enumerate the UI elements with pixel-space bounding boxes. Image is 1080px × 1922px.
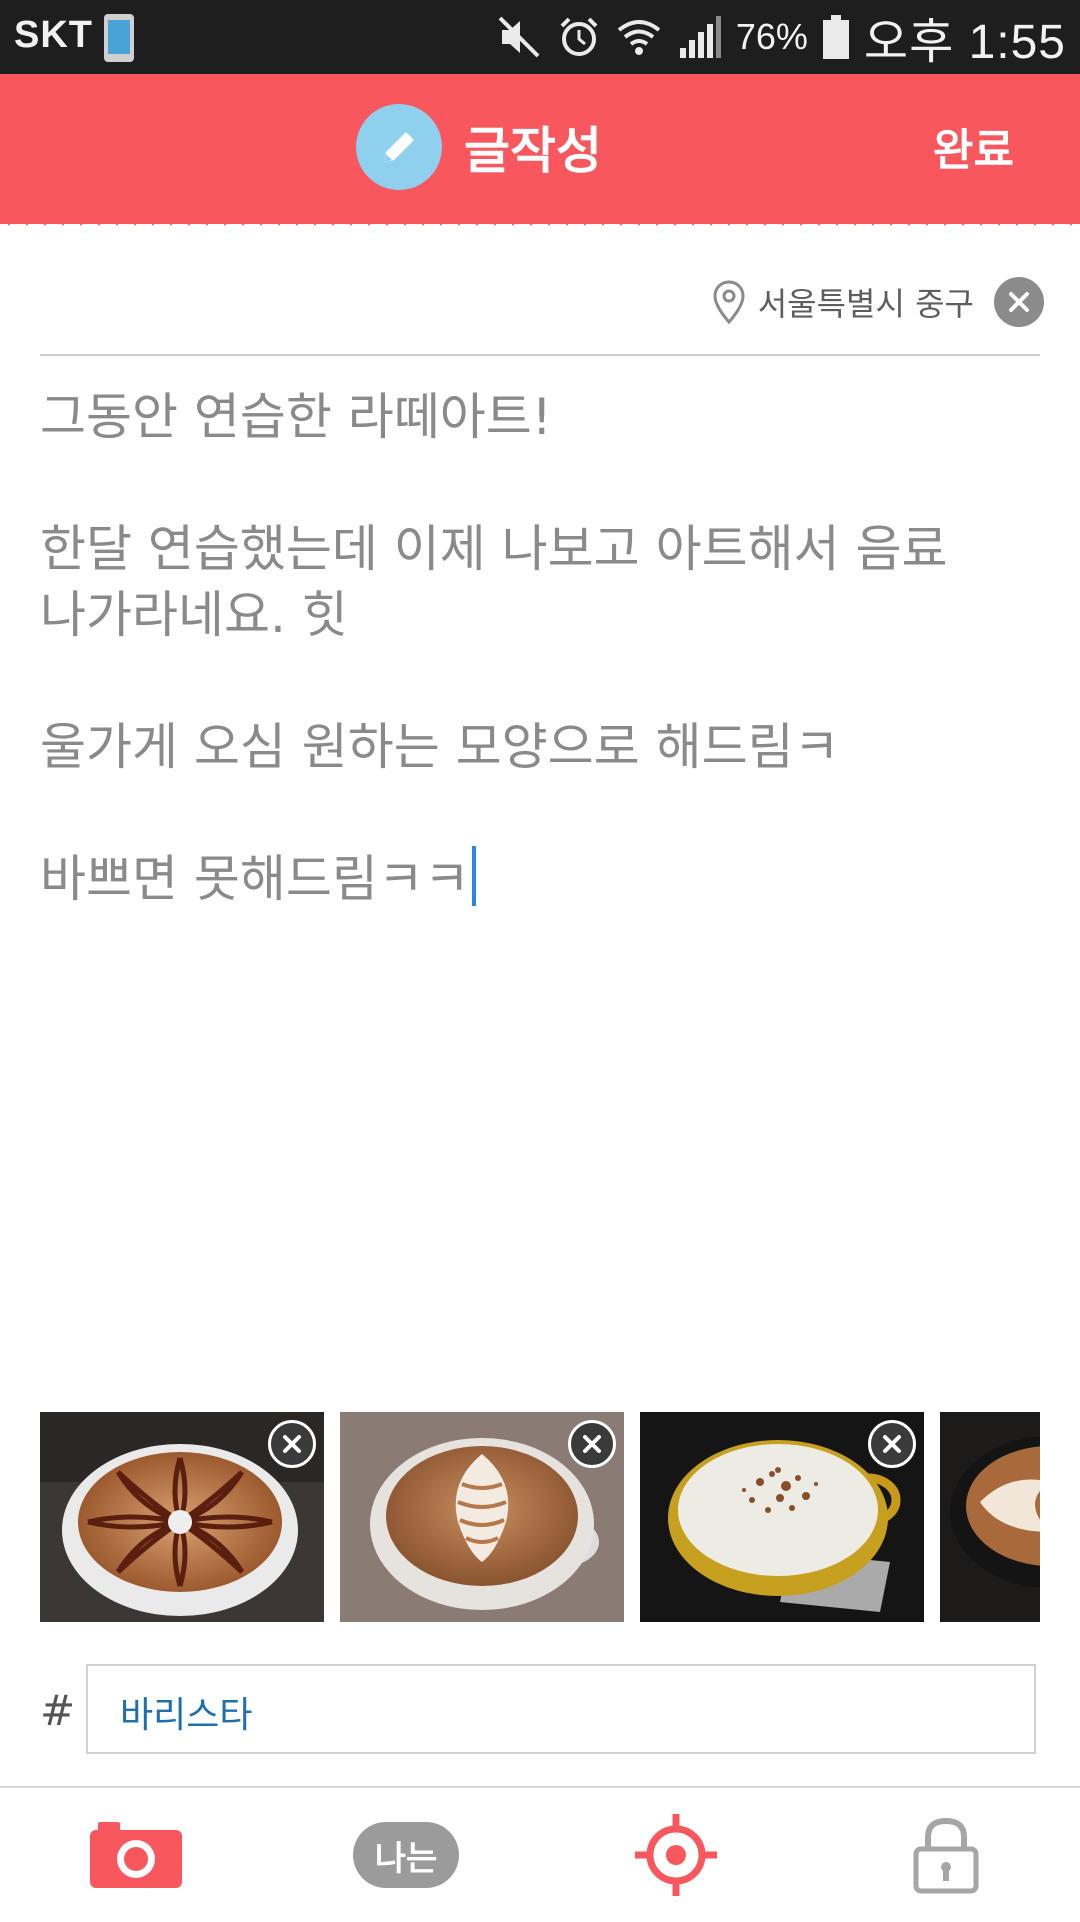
privacy-lock-button[interactable] [866,1788,1026,1922]
post-line: 바쁘면 못해드림ㅋㅋ [40,850,470,908]
hashtag-label: # [40,1686,76,1735]
done-button[interactable]: 완료 [933,114,1014,178]
status-bar: SKT 76% 오후 1:55 [0,0,1080,74]
remove-photo-button[interactable] [868,1420,916,1468]
post-line: 나가라네요. 힛 [40,586,348,644]
carrier-label: SKT [14,14,93,56]
photo-strip[interactable] [40,1412,1040,1622]
wifi-icon [617,20,661,55]
close-icon [583,1435,601,1453]
photo-thumbnail[interactable] [340,1412,624,1622]
me-button[interactable]: 나는 [326,1788,486,1922]
battery-percent: 76% [735,16,808,57]
location-row: 서울특별시 중구 [712,274,1044,330]
latte-photo [940,1412,1040,1622]
close-icon [883,1435,901,1453]
pencil-icon [356,104,442,190]
me-label: 나는 [374,1838,438,1879]
clock: 오후 1:55 [863,16,1066,69]
camera-button[interactable] [56,1788,216,1922]
location-pin-icon [713,280,745,325]
tag-value: 바리스타 [120,1695,253,1736]
divider [40,354,1040,356]
location-target-button[interactable] [596,1788,756,1922]
text-cursor [471,846,476,906]
app-header: 글작성 완료 [0,74,1080,226]
close-icon [1009,292,1029,312]
photo-thumbnail[interactable] [940,1412,1040,1622]
battery-icon [822,15,849,59]
alarm-icon [560,17,598,56]
bottom-toolbar: 나는 [0,1786,1080,1922]
zigzag-edge [0,212,1080,226]
page-title: 글작성 [464,122,602,180]
post-line: 그동안 연습한 라떼아트! [40,388,552,446]
mute-icon [498,16,540,58]
tag-input[interactable]: 바리스타 [86,1664,1036,1754]
location-text: 서울특별시 중구 [757,285,974,323]
post-line-last: 바쁘면 못해드림ㅋㅋ [40,846,1040,912]
status-icons: 76% 오후 1:55 [496,6,1066,69]
header-title-group: 글작성 [356,104,602,190]
close-icon [283,1435,301,1453]
photo-thumbnail[interactable] [640,1412,924,1622]
me-icon: 나는 [353,1822,459,1888]
target-icon [635,1814,717,1896]
post-text-area[interactable]: 그동안 연습한 라떼아트! 한달 연습했는데 이제 나보고 아트해서 음료 나가… [40,384,1040,912]
post-line: 울가게 오심 원하는 모양으로 해드림ㅋ [40,718,840,776]
signal-icon [679,16,721,58]
post-line: 한달 연습했는데 이제 나보고 아트해서 음료 [40,520,948,578]
tag-row: # 바리스타 [40,1664,1040,1758]
remove-photo-button[interactable] [268,1420,316,1468]
phone-icon [104,14,134,62]
remove-photo-button[interactable] [568,1420,616,1468]
camera-icon [90,1822,182,1888]
lock-icon [913,1817,979,1894]
photo-thumbnail[interactable] [40,1412,324,1622]
clear-location-button[interactable] [994,277,1044,327]
